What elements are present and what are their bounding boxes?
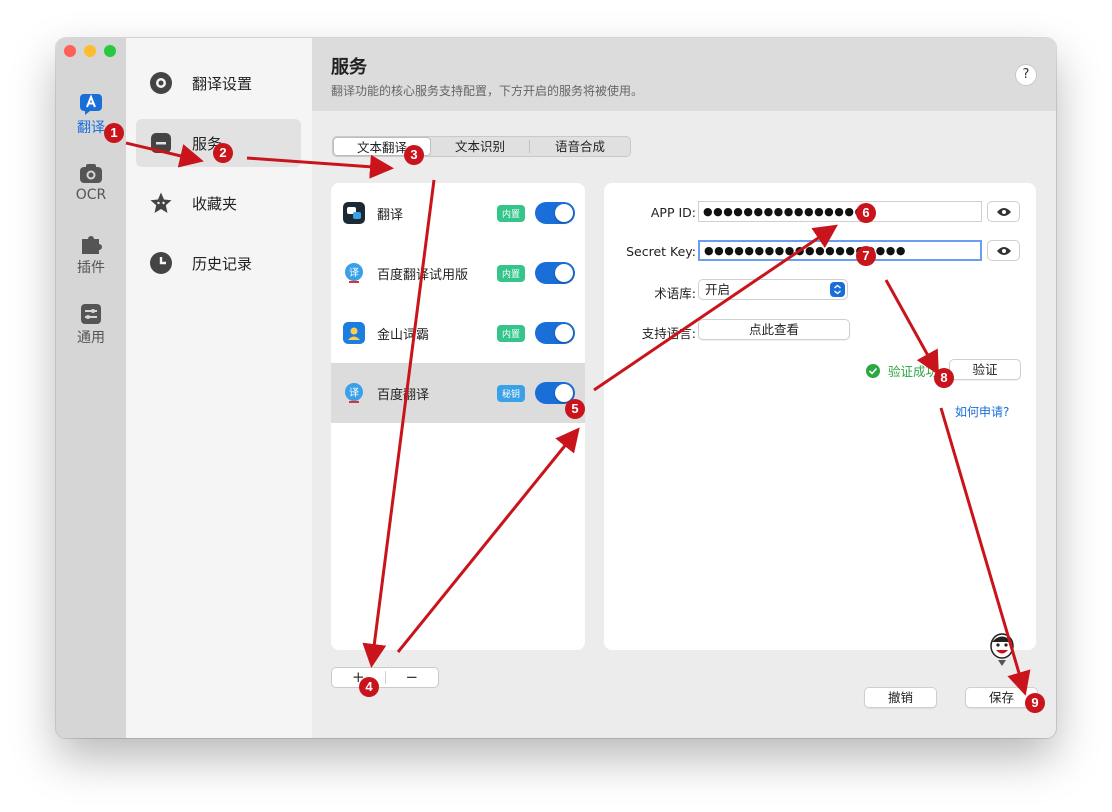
translate-icon [80, 94, 102, 115]
star-icon [148, 190, 174, 216]
term-library-select[interactable]: 开启 [698, 279, 848, 300]
service-icon [148, 130, 174, 156]
service-name: 金山词霸 [377, 327, 430, 343]
service-row[interactable]: 译 百度翻译 秘钥 [331, 363, 585, 423]
secret-key-field[interactable]: ●●●●●●●●●●●●●●●●●●●● [698, 240, 982, 261]
list-controls: + − [331, 667, 439, 688]
sidebar-item-label: 历史记录 [192, 254, 253, 273]
service-name: 百度翻译试用版 [377, 267, 469, 283]
tab-text-recognition[interactable]: 文本识别 [431, 137, 529, 156]
baidu-translate-icon: 译 [343, 262, 365, 284]
key-badge: 秘钥 [496, 384, 525, 402]
rail-item-label: 翻译 [77, 120, 105, 136]
main-content: 服务 翻译功能的核心服务支持配置，下方开启的服务将被使用。 ? 文本翻译 文本识… [312, 38, 1056, 738]
rail-item-label: 插件 [77, 260, 105, 276]
builtin-badge: 内置 [496, 324, 525, 342]
show-app-id-button[interactable] [987, 201, 1020, 222]
clock-icon [148, 250, 174, 276]
sliders-icon [81, 304, 101, 324]
builtin-badge: 内置 [496, 204, 525, 222]
service-config-form: APP ID: ●●●●●●●●●●●●●●●●● Secret Key: ●●… [604, 183, 1036, 666]
annotation-marker-3: 3 [404, 145, 424, 165]
svg-text:译: 译 [349, 387, 359, 399]
page-title: 服务 [331, 57, 367, 78]
service-name: 百度翻译 [377, 387, 430, 403]
view-languages-button[interactable]: 点此查看 [698, 319, 850, 340]
app-window: 翻译 OCR 插件 通用 翻译设置 服务 收藏夹 历史记录 服务 翻译功能的核心… [56, 38, 1056, 738]
mascot-icon [990, 633, 1014, 666]
updown-chevron-icon [830, 282, 845, 297]
annotation-marker-6: 6 [856, 203, 876, 223]
page-subtitle: 翻译功能的核心服务支持配置，下方开启的服务将被使用。 [331, 84, 644, 98]
close-window-button[interactable] [64, 45, 76, 57]
eye-icon [996, 207, 1011, 216]
zoom-window-button[interactable] [104, 45, 116, 57]
service-name: 翻译 [377, 207, 404, 223]
help-button[interactable]: ? [1015, 64, 1037, 86]
app-id-label: APP ID: [650, 205, 696, 220]
verification-status: 验证成功 [866, 361, 938, 380]
minimize-window-button[interactable] [84, 45, 96, 57]
page-header: 服务 翻译功能的核心服务支持配置，下方开启的服务将被使用。 ? [312, 38, 1056, 111]
remove-service-button[interactable]: − [386, 668, 439, 687]
annotation-marker-8: 8 [934, 368, 954, 388]
rail-item-label: OCR [75, 187, 107, 203]
puzzle-icon [82, 236, 102, 254]
service-row[interactable]: 翻译 内置 [331, 183, 585, 243]
rail-item-general[interactable]: 通用 [56, 303, 126, 347]
annotation-marker-4: 4 [359, 677, 379, 697]
builtin-badge: 内置 [496, 264, 525, 282]
rail-item-label: 通用 [77, 330, 105, 346]
check-circle-icon [866, 363, 880, 378]
service-toggle[interactable] [535, 202, 575, 224]
service-toggle[interactable] [535, 322, 575, 344]
baidu-translate-icon: 译 [343, 382, 365, 404]
sidebar-item-label: 翻译设置 [192, 74, 253, 93]
service-toggle[interactable] [535, 262, 575, 284]
rail-item-plugins[interactable]: 插件 [56, 233, 126, 277]
nav-rail: 翻译 OCR 插件 通用 [56, 38, 126, 738]
service-row[interactable]: 金山词霸 内置 [331, 303, 585, 363]
verified-text: 验证成功 [888, 364, 939, 379]
annotation-marker-7: 7 [856, 246, 876, 266]
sidebar-item-history[interactable]: 历史记录 [136, 239, 301, 287]
sidebar-item-favorites[interactable]: 收藏夹 [136, 179, 301, 227]
service-row[interactable]: 译 百度翻译试用版 内置 [331, 243, 585, 303]
svg-text:译: 译 [349, 267, 359, 279]
gear-icon [148, 70, 174, 96]
eye-icon [996, 246, 1011, 255]
term-library-label: 术语库: [654, 286, 696, 301]
annotation-marker-5: 5 [565, 399, 585, 419]
service-type-tabs: 文本翻译 文本识别 语音合成 [332, 136, 631, 157]
sidebar-item-translate-settings[interactable]: 翻译设置 [136, 59, 301, 107]
rail-item-ocr[interactable]: OCR [56, 163, 126, 203]
app-translate-icon [343, 202, 365, 224]
service-list: 翻译 内置 译 百度翻译试用版 内置 金山词霸 内置 译 百度翻译 秘钥 [331, 183, 585, 650]
app-id-field[interactable]: ●●●●●●●●●●●●●●●●● [698, 201, 982, 222]
supported-languages-label: 支持语言: [641, 326, 696, 341]
sidebar-item-label: 收藏夹 [192, 194, 238, 213]
annotation-marker-1: 1 [104, 123, 124, 143]
show-secret-key-button[interactable] [987, 240, 1020, 261]
verify-button[interactable]: 验证 [949, 359, 1021, 380]
tab-speech-synthesis[interactable]: 语音合成 [530, 137, 630, 156]
kingsoft-icon [343, 322, 365, 344]
term-library-value: 开启 [705, 282, 731, 297]
cancel-button[interactable]: 撤销 [864, 687, 937, 708]
secret-key-label: Secret Key: [626, 244, 696, 259]
camera-icon [80, 164, 102, 183]
annotation-marker-2: 2 [213, 143, 233, 163]
how-to-apply-link[interactable]: 如何申请? [955, 403, 1009, 420]
annotation-marker-9: 9 [1025, 693, 1045, 713]
